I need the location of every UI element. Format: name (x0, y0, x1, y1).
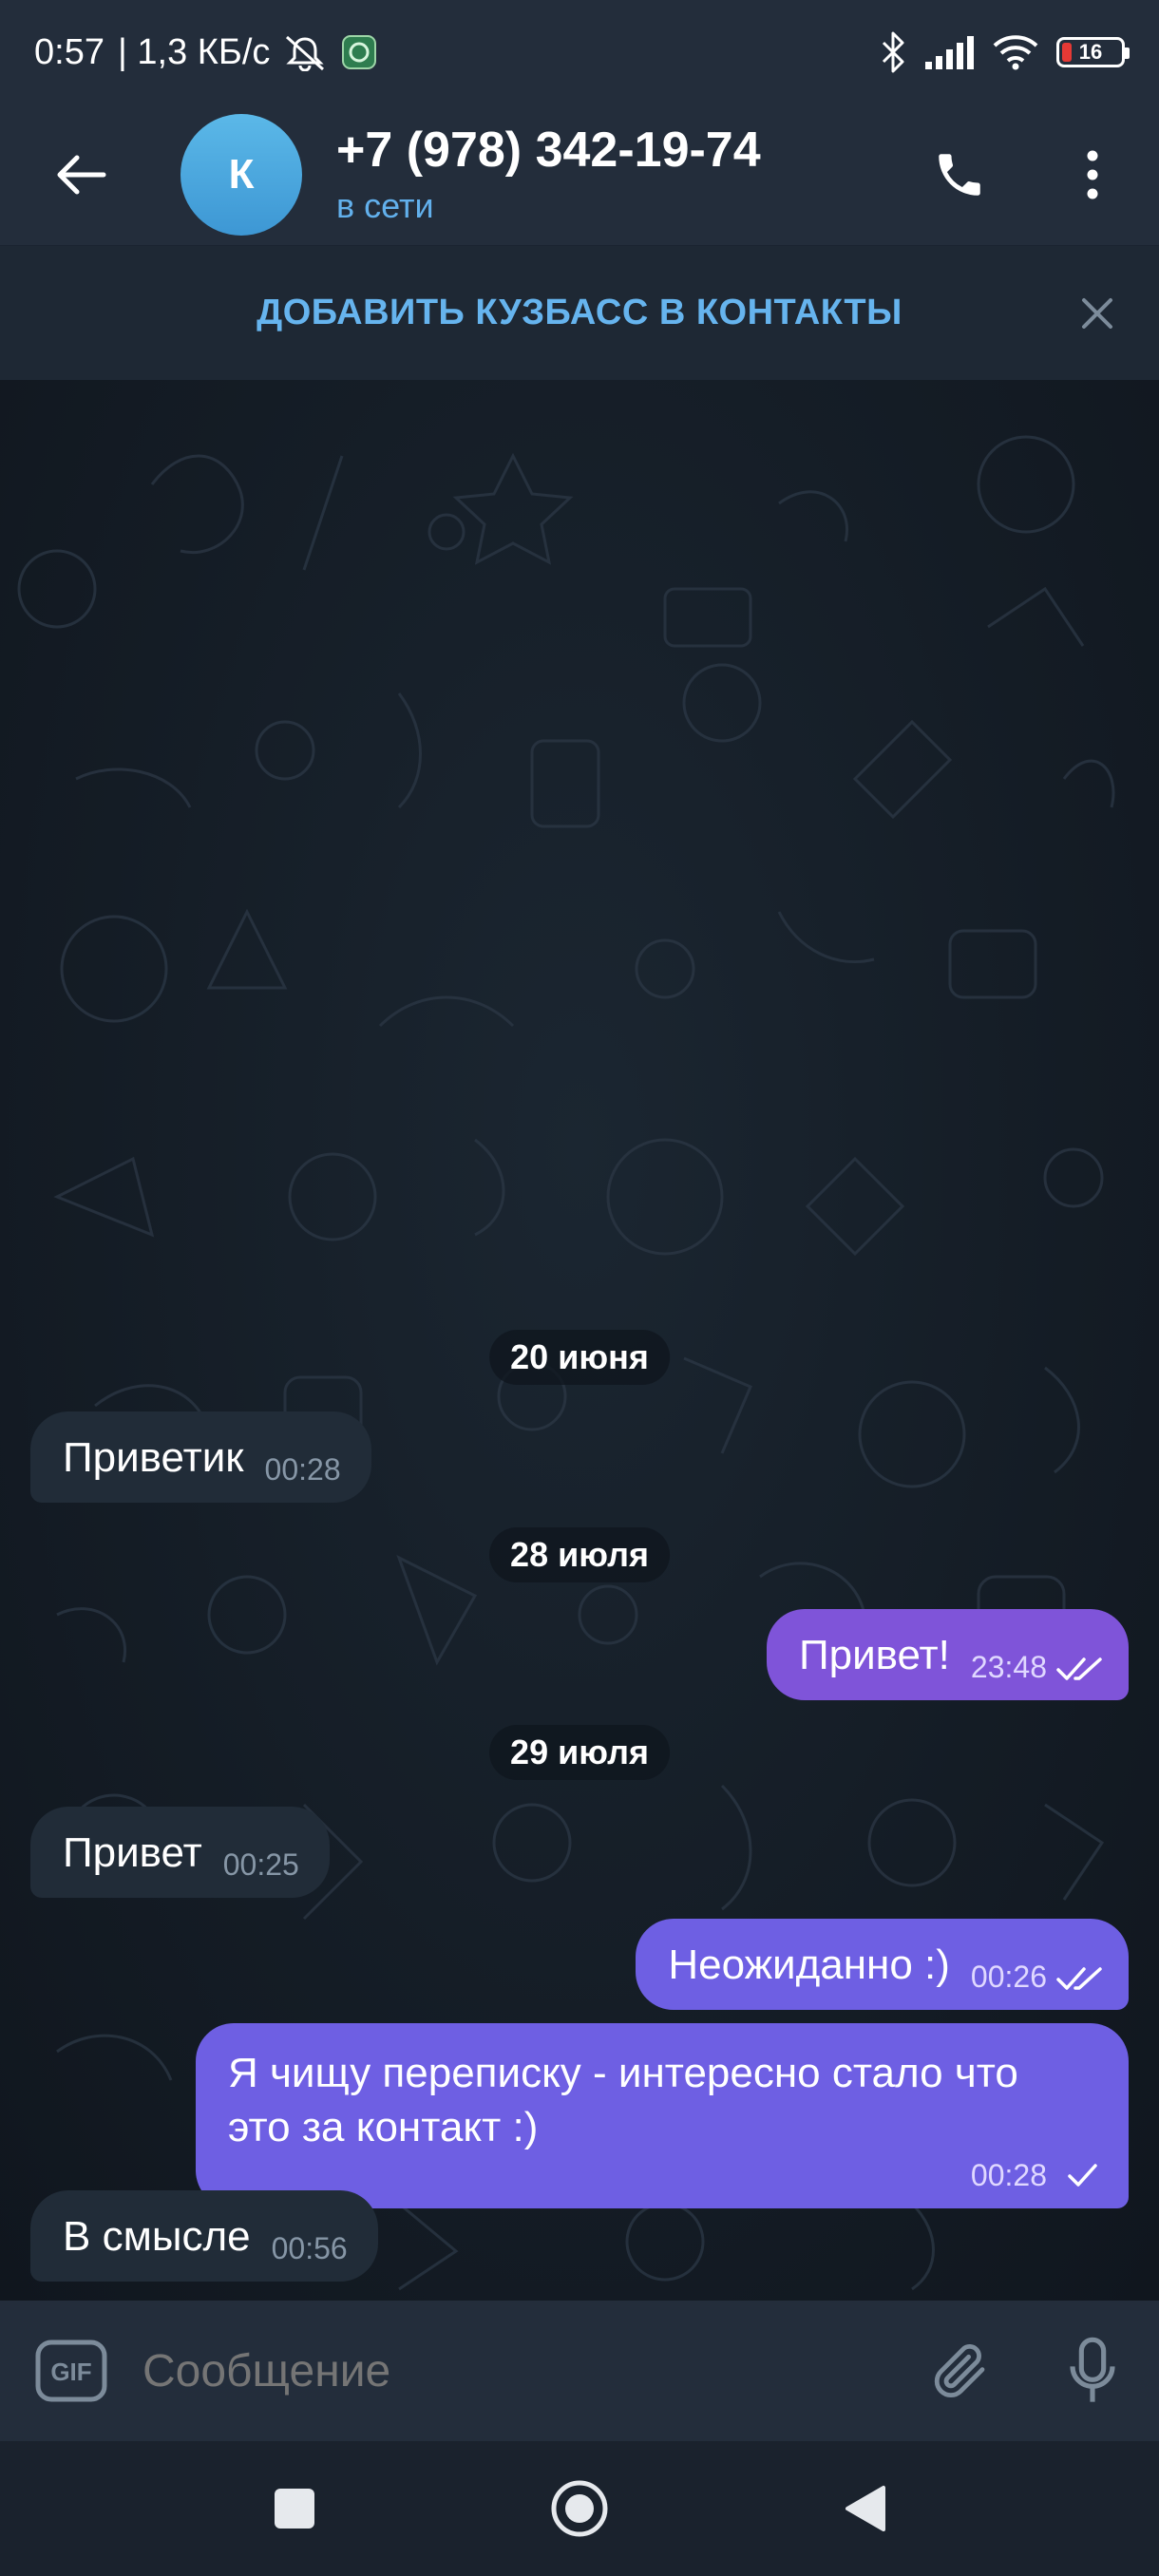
message-time: 00:28 (970, 2158, 1047, 2193)
svg-text:GIF: GIF (50, 2358, 91, 2386)
bell-muted-icon (283, 33, 327, 71)
microphone-icon (1070, 2337, 1115, 2402)
message-text: Привет! (798, 1632, 950, 1678)
home-button[interactable] (537, 2466, 622, 2551)
message-text: Неожиданно :) (668, 1941, 950, 1988)
battery-level: 16 (1078, 40, 1103, 64)
banner-close-button[interactable] (1064, 280, 1130, 347)
chat-header: К +7 (978) 342-19-74 в сети (0, 104, 1159, 245)
message-time: 00:25 (222, 1847, 299, 1882)
gif-icon: GIF (35, 2339, 107, 2402)
square-icon (275, 2489, 314, 2529)
add-contact-button[interactable]: ДОБАВИТЬ КУЗБАСС В КОНТАКТЫ (256, 293, 902, 333)
wifi-icon (992, 33, 1039, 71)
check-icon (1056, 2161, 1106, 2189)
message-meta: 00:28 (228, 2158, 1106, 2192)
contact-info[interactable]: +7 (978) 342-19-74 в сети (336, 123, 893, 225)
gif-button[interactable]: GIF (0, 2301, 142, 2441)
signal-icon (923, 33, 975, 71)
recents-button[interactable] (252, 2466, 337, 2551)
date-separator: 28 июля (489, 1527, 670, 1582)
avatar-letter: К (228, 151, 255, 198)
system-nav-bar (0, 2441, 1159, 2576)
add-contact-banner: ДОБАВИТЬ КУЗБАСС В КОНТАКТЫ (0, 245, 1159, 380)
date-separator: 29 июля (489, 1725, 670, 1780)
close-icon (1082, 298, 1112, 329)
message-time: 23:48 (970, 1650, 1047, 1684)
chat-area[interactable]: 20 июня Приветик 00:28 28 июля Привет! 2… (0, 380, 1159, 2301)
message-outgoing[interactable]: Неожиданно :) 00:26 (636, 1919, 1129, 2010)
back-nav-button[interactable] (822, 2466, 907, 2551)
attach-button[interactable] (893, 2301, 1026, 2441)
message-text-line: это за контакт :) (228, 2104, 539, 2151)
date-separator: 20 июня (489, 1330, 670, 1385)
status-right: 16 (880, 31, 1130, 73)
double-check-icon (1056, 1655, 1106, 1683)
contact-status: в сети (336, 185, 434, 225)
triangle-back-icon (846, 2486, 885, 2531)
message-text: В смысле (63, 2213, 251, 2260)
contact-name: +7 (978) 342-19-74 (336, 123, 761, 179)
arrow-left-icon (57, 155, 106, 195)
app-notification-icon (340, 33, 378, 71)
double-check-icon (1056, 1964, 1106, 1993)
status-left: 0:57 | 1,3 КБ/с (34, 32, 378, 73)
network-speed: | 1,3 КБ/с (117, 31, 271, 72)
status-time: 0:57 (34, 31, 104, 72)
message-outgoing[interactable]: Привет! 23:48 (766, 1609, 1129, 1700)
back-button[interactable] (0, 104, 162, 245)
message-input[interactable] (142, 2344, 893, 2397)
message-time: 00:28 (264, 1452, 341, 1487)
circle-icon (551, 2480, 608, 2537)
message-text: Приветик (63, 1434, 244, 1481)
message-incoming[interactable]: В смысле 00:56 (30, 2190, 378, 2282)
message-outgoing[interactable]: Я чищу переписку - интересно стало что э… (196, 2023, 1129, 2209)
paperclip-icon (934, 2344, 985, 2398)
message-text: Привет (63, 1829, 202, 1876)
phone-icon (939, 154, 980, 196)
message-incoming[interactable]: Привет 00:25 (30, 1807, 330, 1898)
status-bar: 0:57 | 1,3 КБ/с 16 (0, 0, 1159, 104)
battery-icon: 16 (1056, 37, 1130, 67)
message-incoming[interactable]: Приветик 00:28 (30, 1411, 371, 1503)
more-menu-button[interactable] (1026, 104, 1159, 245)
more-vertical-icon (1087, 150, 1098, 199)
message-text-line: Я чищу переписку - интересно стало что (228, 2050, 1018, 2096)
call-button[interactable] (893, 104, 1026, 245)
voice-record-button[interactable] (1026, 2301, 1159, 2441)
avatar[interactable]: К (180, 114, 302, 236)
message-text: Я чищу переписку - интересно стало что э… (228, 2046, 1106, 2154)
message-time: 00:56 (271, 2231, 348, 2265)
message-input-bar: GIF (0, 2301, 1159, 2441)
bluetooth-icon (880, 31, 906, 73)
message-time: 00:26 (970, 1960, 1047, 1994)
